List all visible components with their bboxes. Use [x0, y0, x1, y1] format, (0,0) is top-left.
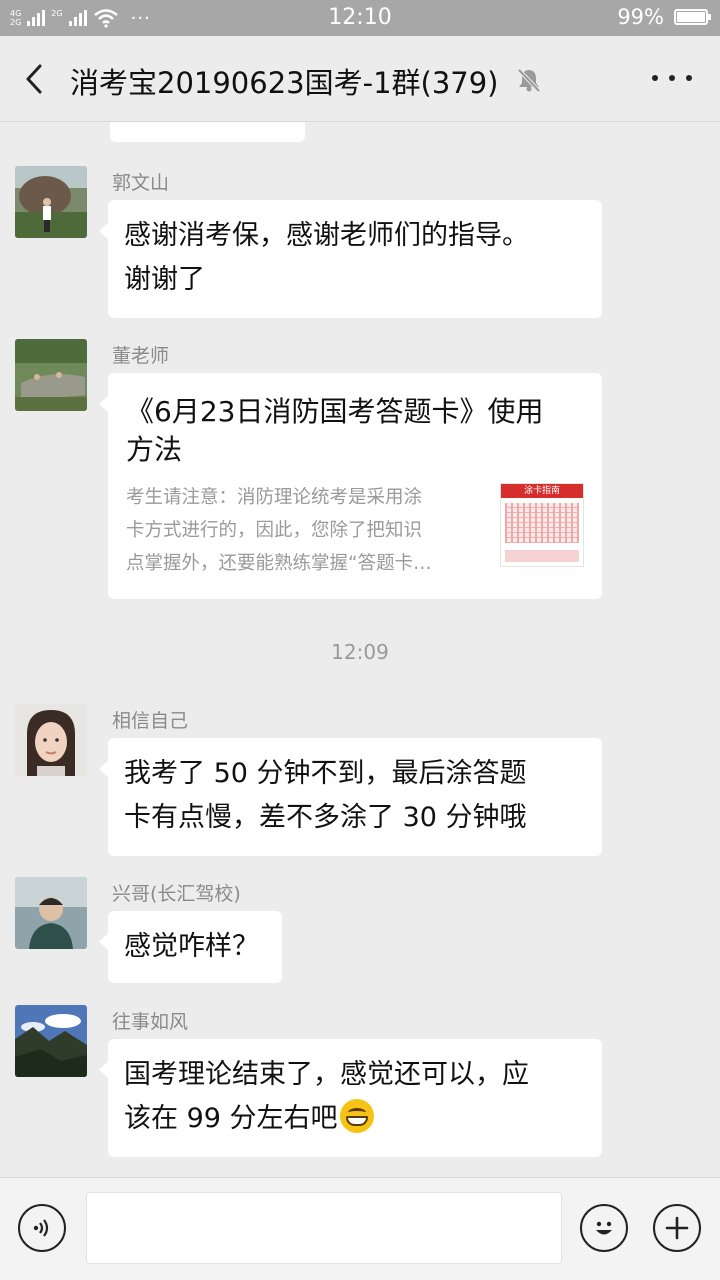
more-dots-icon: [652, 75, 658, 81]
sender-name: 往事如风: [112, 1011, 189, 1033]
sender-name: 郭文山: [112, 172, 170, 194]
message-text: 我考了 50 分钟不到，最后涂答题: [124, 758, 527, 789]
message-bubble[interactable]: 感谢消考保，感谢老师们的指导。 谢谢了: [99, 200, 602, 318]
link-body: 考生请注意：消防理论统考是采用涂 卡方式进行的，因此，您除了把知识 点掌握外，还…: [126, 481, 584, 575]
emoji-icon: [596, 1221, 612, 1235]
link-description: 考生请注意：消防理论统考是采用涂 卡方式进行的，因此，您除了把知识 点掌握外，还…: [126, 487, 432, 574]
status-bar: 4G 2G 2G ··· 12:10 99%: [0, 0, 720, 36]
message-text: 感谢消考保，感谢老师们的指导。: [124, 220, 529, 251]
status-time: 12:10: [328, 5, 392, 30]
avatar[interactable]: [15, 166, 87, 238]
back-button[interactable]: [18, 61, 54, 97]
sender-name: 兴哥(长汇驾校): [112, 883, 241, 905]
emoji-button[interactable]: [580, 1204, 628, 1252]
battery-status: 99%: [617, 5, 711, 29]
voice-button[interactable]: [18, 1204, 66, 1252]
voice-icon: [33, 1219, 49, 1237]
message-input-bar: [0, 1177, 720, 1280]
sender-name: 相信自己: [112, 710, 189, 732]
link-card[interactable]: 《6月23日消防国考答题卡》使用 方法 考生请注意：消防理论统考是采用涂 卡方式…: [99, 373, 602, 599]
more-functions-button[interactable]: [653, 1204, 701, 1252]
message-text: 该在 99 分左右吧: [124, 1097, 586, 1141]
battery-percent: 99%: [617, 5, 664, 29]
message-bubble[interactable]: 我考了 50 分钟不到，最后涂答题 卡有点慢，差不多涂了 30 分钟哦: [99, 738, 602, 856]
avatar[interactable]: [15, 704, 87, 776]
more-options-button[interactable]: [652, 60, 692, 96]
link-title: 《6月23日消防国考答题卡》使用 方法: [126, 395, 544, 466]
message-text: 谢谢了: [124, 264, 205, 295]
avatar[interactable]: [15, 1005, 87, 1077]
battery-icon: [674, 9, 711, 25]
time-separator: 12:09: [331, 640, 389, 664]
avatar[interactable]: [15, 877, 87, 949]
sender-name: 董老师: [112, 345, 170, 367]
answer-sheet-grid: [505, 503, 579, 543]
message-bubble[interactable]: 国考理论结束了，感觉还可以，应 该在 99 分左右吧: [99, 1039, 602, 1157]
message-text: 卡有点慢，差不多涂了 30 分钟哦: [124, 802, 527, 833]
message-text: 感觉咋样？: [124, 931, 259, 962]
avatar[interactable]: [15, 339, 87, 411]
chat-title: 消考宝20190623国考-1群(379): [70, 66, 499, 100]
plus-icon: [665, 1216, 689, 1240]
grinning-face-icon: [339, 1099, 374, 1133]
chat-header: 消考宝20190623国考-1群(379): [0, 36, 720, 122]
message-text: 国考理论结束了，感觉还可以，应: [124, 1059, 529, 1090]
back-chevron-icon: [26, 64, 42, 94]
link-thumbnail: 涂卡指南: [500, 483, 584, 567]
previous-message-bubble: [110, 122, 305, 142]
message-list[interactable]: 郭文山 感谢消考保，感谢老师们的指导。 谢谢了 董老师 《6月23日消防国考答题…: [0, 122, 720, 1177]
bell-muted-icon: [515, 66, 543, 94]
message-input[interactable]: [86, 1192, 562, 1264]
message-bubble[interactable]: 感觉咋样？: [99, 911, 282, 983]
thumbnail-label: 涂卡指南: [501, 484, 583, 498]
